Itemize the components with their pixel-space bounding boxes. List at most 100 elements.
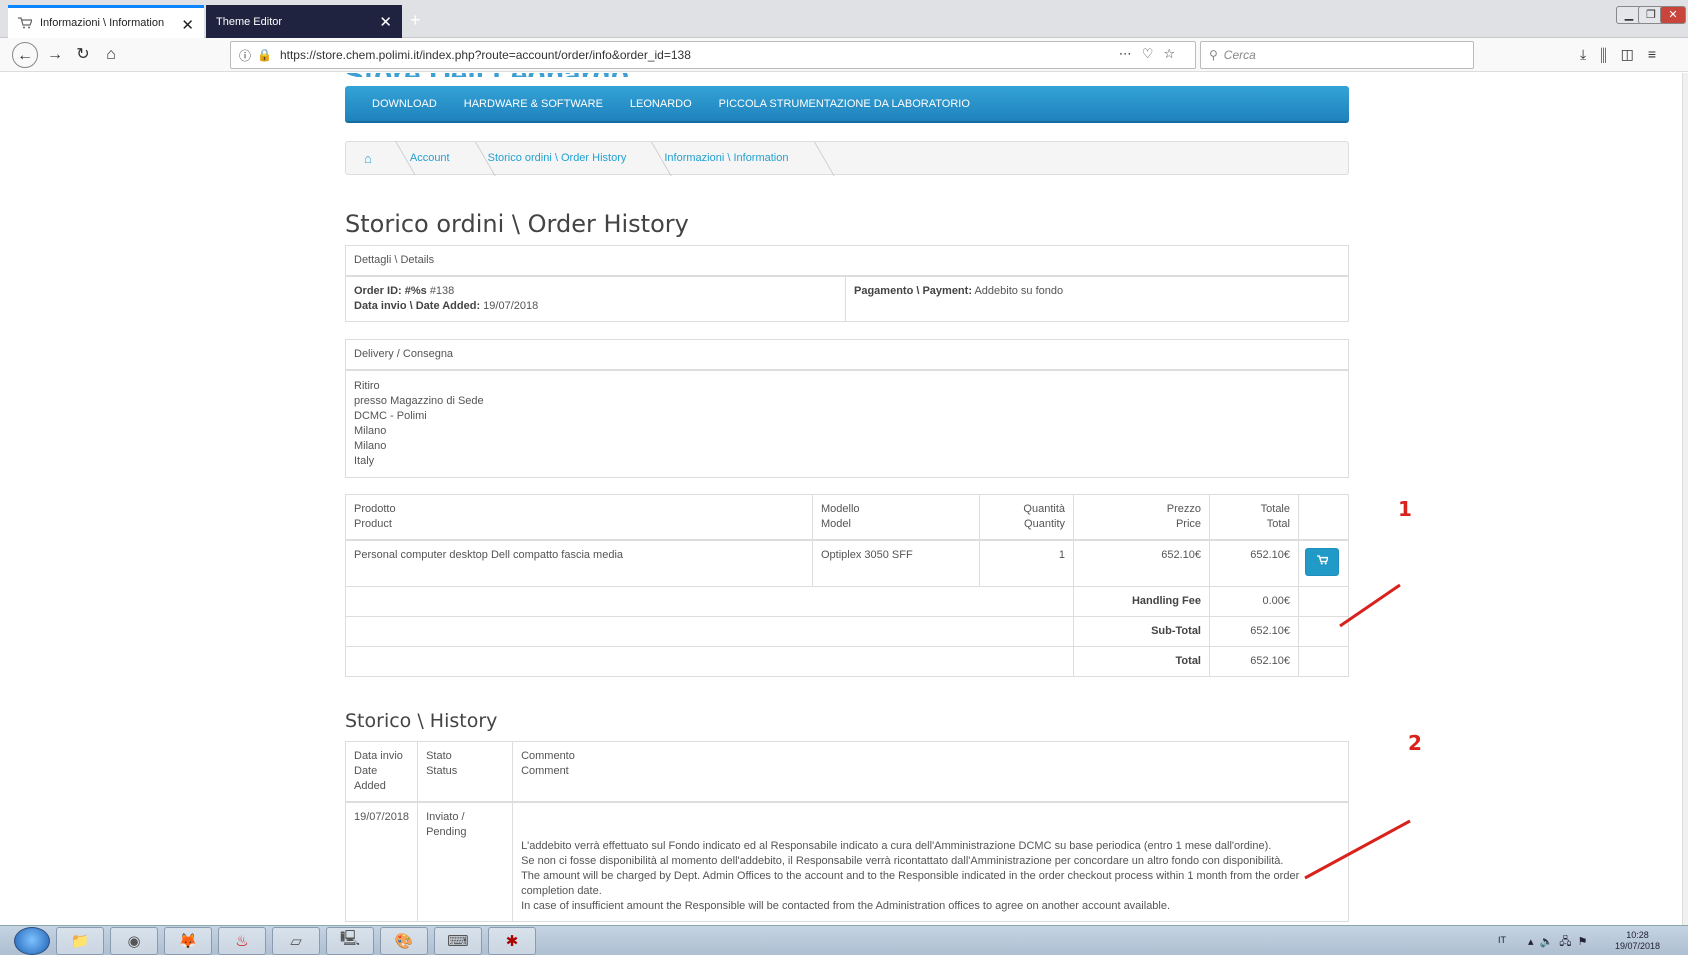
handling-fee-label: Handling Fee [1073, 585, 1210, 617]
lock-icon: 🔒 [257, 48, 272, 62]
col-comment: Commento Comment [512, 741, 1349, 803]
totals-row: Handling Fee 0.00€ [345, 585, 1349, 617]
address-line: presso Magazzino di Sede [354, 395, 484, 407]
network-app-icon[interactable]: 🖳 [326, 926, 374, 955]
date-added-label: Data invio \ Date Added: [354, 300, 481, 312]
home-icon[interactable]: ⌂ [98, 42, 124, 68]
address-line: Milano [354, 425, 387, 437]
page-scrollbar[interactable] [1682, 73, 1688, 925]
url-bar[interactable]: ⓘ 🔒 https://store.chem.polimi.it/index.p… [230, 41, 1196, 69]
cart-favicon-icon [18, 17, 33, 29]
home-icon[interactable]: ⌂ [364, 151, 410, 166]
address-line: Italy [354, 455, 375, 467]
page-actions-icons[interactable]: ⋯♡☆ [1119, 46, 1185, 62]
new-tab-icon[interactable]: + [410, 10, 421, 31]
firefox-icon[interactable]: 🦊 [164, 926, 212, 955]
total-value: 652.10€ [1209, 645, 1299, 677]
clock-time: 10:28 [1626, 930, 1649, 940]
col-date: Data invio Date Added [344, 741, 419, 803]
col-model: Modello Model [812, 494, 980, 541]
browser-nav-bar: ← → ↻ ⌂ ⓘ 🔒 https://store.chem.polimi.it… [0, 38, 1688, 72]
browser-tab-strip: Informazioni \ Information ✕ Theme Edito… [0, 0, 1688, 38]
address-line: Ritiro [354, 380, 380, 392]
tab-informazioni[interactable]: Informazioni \ Information ✕ [8, 5, 204, 38]
product-total: 652.10€ [1209, 539, 1299, 587]
back-arrow-icon[interactable]: ← [12, 42, 38, 68]
date-added-value: 19/07/2018 [483, 300, 539, 312]
close-tab-icon[interactable]: ✕ [379, 13, 392, 31]
order-id-label: Order ID: #%s [354, 285, 427, 297]
history-title: Storico \ History [345, 710, 498, 732]
app-red-icon[interactable]: ✱ [488, 926, 536, 955]
breadcrumb-order-history[interactable]: Storico ordini \ Order History [488, 152, 665, 164]
menu-item-leonardo[interactable]: LEONARDO [630, 98, 692, 110]
close-tab-icon[interactable]: ✕ [181, 16, 194, 34]
windows-taskbar: 📁 ◉ 🦊 ♨ ▱ 🖳 🎨 ⌨ ✱ IT ▴🔈🖧⚑ 10:28 19/07/20… [0, 925, 1688, 955]
annotation-label-1: 1 [1398, 497, 1412, 521]
language-indicator[interactable]: IT [1498, 935, 1506, 945]
file-explorer-icon[interactable]: 📁 [56, 926, 104, 955]
menu-item-hardware-software[interactable]: HARDWARE & SOFTWARE [464, 98, 603, 110]
order-info-cell: Order ID: #%s #138 Data invio \ Date Add… [345, 275, 846, 322]
page-content: Store Dell Leonardo DOWNLOAD HARDWARE & … [0, 73, 1688, 925]
acrobat-icon[interactable]: ♨ [218, 926, 266, 955]
breadcrumb-information[interactable]: Informazioni \ Information [664, 152, 826, 164]
address-line: DCMC - Polimi [354, 410, 427, 422]
order-details-table: Dettagli \ Details Order ID: #%s #138 Da… [345, 245, 1349, 322]
handling-fee-value: 0.00€ [1209, 585, 1299, 617]
details-header: Dettagli \ Details [345, 245, 1349, 277]
annotation-label-2: 2 [1408, 731, 1422, 755]
table-row: Personal computer desktop Dell compatto … [345, 539, 1349, 587]
subtotal-label: Sub-Total [1073, 615, 1210, 647]
breadcrumb-account[interactable]: Account [410, 152, 488, 164]
totals-row: Sub-Total 652.10€ [345, 615, 1349, 647]
paint-icon[interactable]: 🎨 [380, 926, 428, 955]
address-line: Milano [354, 440, 387, 452]
order-id-value: #138 [429, 285, 455, 297]
search-input[interactable]: ⚲ Cerca [1200, 41, 1474, 69]
close-window-icon[interactable]: ✕ [1660, 6, 1686, 24]
forward-arrow-icon[interactable]: → [42, 42, 68, 68]
total-label: Total [1073, 645, 1210, 677]
system-tray: IT ▴🔈🖧⚑ 10:28 19/07/2018 [1488, 926, 1688, 956]
reload-icon[interactable]: ↻ [70, 42, 96, 68]
page-title: Storico ordini \ Order History [345, 210, 689, 238]
delivery-table: Delivery / Consegna Ritiro presso Magazz… [345, 339, 1349, 478]
totals-row: Total 652.10€ [345, 645, 1349, 677]
tab-label: Informazioni \ Information [40, 17, 165, 29]
info-icon[interactable]: ⓘ [239, 47, 251, 64]
breadcrumb: ⌂ Account Storico ordini \ Order History… [345, 141, 1349, 175]
terminal-icon[interactable]: ⌨ [434, 926, 482, 955]
store-logo[interactable]: Store Dell Leonardo [344, 73, 629, 77]
annotation-arrows [1304, 583, 1411, 880]
payment-cell: Pagamento \ Payment: Addebito su fondo [845, 275, 1349, 322]
col-total: Totale Total [1209, 494, 1299, 541]
table-row: 19/07/2018 Inviato / Pending L'addebito v… [344, 801, 1349, 922]
history-status: Inviato / Pending [417, 801, 514, 922]
history-comment: L'addebito verrà effettuato sul Fondo in… [512, 801, 1349, 922]
url-text: https://store.chem.polimi.it/index.php?r… [279, 48, 691, 62]
search-icon: ⚲ [1209, 48, 1218, 62]
chrome-icon[interactable]: ◉ [110, 926, 158, 955]
start-button[interactable] [14, 926, 50, 955]
menu-item-strumentazione[interactable]: PICCOLA STRUMENTAZIONE DA LABORATORIO [719, 98, 970, 110]
clock-date: 19/07/2018 [1614, 941, 1660, 951]
history-date: 19/07/2018 [344, 801, 419, 922]
payment-value: Addebito su fondo [974, 285, 1064, 297]
products-table: Prodotto Product Modello Model Quantità Qua… [345, 494, 1349, 677]
delivery-header: Delivery / Consegna [345, 339, 1349, 371]
col-quantity: Quantità Quantity [979, 494, 1074, 541]
history-table: Data invio Date Added Stato Status Commento… [344, 741, 1349, 922]
payment-label: Pagamento \ Payment: [854, 285, 972, 297]
menu-item-download[interactable]: DOWNLOAD [372, 98, 437, 110]
subtotal-value: 652.10€ [1209, 615, 1299, 647]
tray-icons[interactable]: ▴🔈🖧⚑ [1528, 933, 1593, 952]
product-quantity: 1 [979, 539, 1074, 587]
clock[interactable]: 10:28 19/07/2018 [1615, 930, 1660, 952]
tab-theme-editor[interactable]: Theme Editor ✕ [206, 5, 402, 38]
col-product: Prodotto Product [345, 494, 813, 541]
main-menu: DOWNLOAD HARDWARE & SOFTWARE LEONARDO PI… [345, 86, 1349, 123]
window-app-icon[interactable]: ▱ [272, 926, 320, 955]
toolbar-icons[interactable]: ⤓⫼◫≡ [1580, 46, 1670, 63]
product-name: Personal computer desktop Dell compatto … [345, 539, 813, 587]
